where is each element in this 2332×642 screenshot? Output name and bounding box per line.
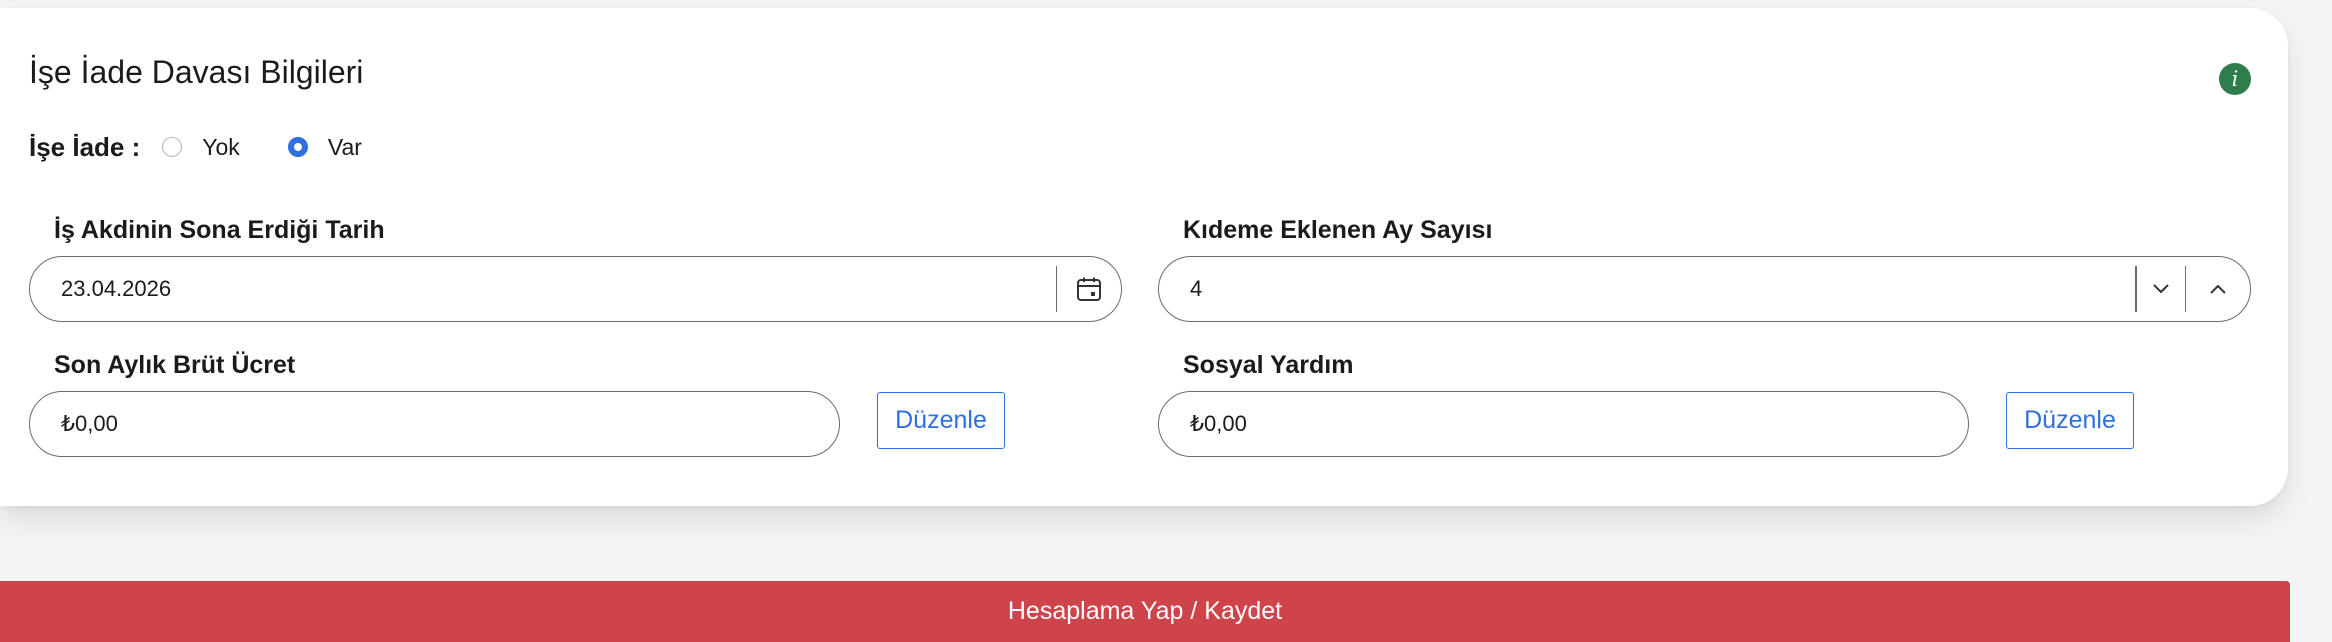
radio-option-yok[interactable]: Yok [162, 134, 240, 161]
social-aid-value: ₺0,00 [1190, 411, 1247, 436]
calculate-save-button[interactable]: Hesaplama Yap / Kaydet [0, 581, 2290, 642]
gross-salary-input[interactable]: ₺0,00 [29, 391, 840, 457]
reinstatement-label: İşe İade : [29, 131, 141, 162]
reinstatement-radio-group: İşe İade : Yok Var [29, 130, 410, 164]
added-months-value: 4 [1190, 276, 1203, 301]
radio-var[interactable] [287, 137, 308, 157]
end-date-label: İş Akdinin Sona Erdiği Tarih [54, 216, 385, 244]
social-aid-input[interactable]: ₺0,00 [1158, 391, 1969, 457]
reinstatement-case-card: İşe İade Davası Bilgileri i İşe İade : Y… [0, 8, 2288, 506]
section-title: İşe İade Davası Bilgileri [29, 54, 364, 90]
end-date-input[interactable]: 23.04.2026 [29, 256, 1122, 322]
gross-salary-edit-button[interactable]: Düzenle [877, 392, 1005, 449]
end-date-value: 23.04.2026 [61, 276, 172, 301]
chevron-up-icon[interactable] [2186, 257, 2250, 321]
chevron-down-icon[interactable] [2137, 257, 2185, 321]
radio-label-yok: Yok [202, 133, 240, 160]
radio-yok[interactable] [162, 137, 183, 157]
social-aid-edit-button[interactable]: Düzenle [2006, 392, 2134, 449]
social-aid-label: Sosyal Yardım [1183, 351, 1354, 379]
added-months-stepper[interactable]: 4 [1158, 256, 2251, 322]
radio-option-var[interactable]: Var [287, 133, 362, 161]
added-months-label: Kıdeme Eklenen Ay Sayısı [1183, 216, 1493, 244]
info-icon[interactable]: i [2219, 63, 2251, 95]
calendar-icon[interactable] [1057, 257, 1121, 321]
gross-salary-value: ₺0,00 [61, 411, 118, 436]
radio-label-var: Var [327, 133, 362, 160]
gross-salary-label: Son Aylık Brüt Ücret [54, 351, 296, 379]
